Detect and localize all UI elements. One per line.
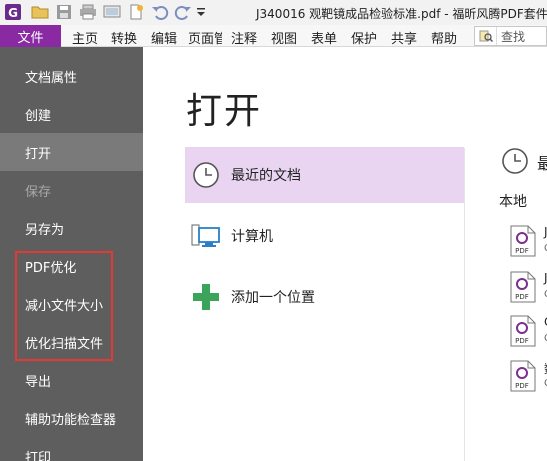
plus-icon xyxy=(191,282,221,312)
tab-view[interactable]: 视图 xyxy=(271,28,297,47)
search-icon[interactable] xyxy=(475,27,497,45)
svg-text:PDF: PDF xyxy=(515,247,529,255)
tab-help[interactable]: 帮助 xyxy=(431,28,457,47)
computer-icon xyxy=(191,221,221,251)
app-logo-icon[interactable]: G xyxy=(4,3,22,21)
title-bar: G J340016 观靶镜成品检验标准.pdf - 福昕风腾PDF套件 xyxy=(0,0,547,25)
sidebar-item-document-properties[interactable]: 文档属性 xyxy=(0,57,143,95)
ribbon-menu-bar: 文件 主页 转换 编辑 页面管 注释 视图 表单 保护 共享 帮助 查找 xyxy=(0,25,547,47)
redo-icon[interactable] xyxy=(174,3,192,21)
sidebar-item-save: 保存 xyxy=(25,184,52,200)
sidebar-item-export[interactable]: 导出 xyxy=(0,361,143,399)
tab-convert[interactable]: 转换 xyxy=(111,28,137,47)
tab-home[interactable]: 主页 xyxy=(72,28,98,47)
window-title: J340016 观靶镜成品检验标准.pdf - 福昕风腾PDF套件 xyxy=(256,7,547,21)
pdf-file-icon: PDF xyxy=(510,315,536,350)
svg-text:PDF: PDF xyxy=(515,382,529,390)
tab-form[interactable]: 表单 xyxy=(311,28,337,47)
search-input[interactable]: 查找 xyxy=(474,26,547,46)
option-recent-documents[interactable]: 最近的文档 xyxy=(185,147,464,203)
svg-text:PDF: PDF xyxy=(515,293,529,301)
option-label: 计算机 xyxy=(231,229,273,245)
recent-file-item[interactable]: PDF C C xyxy=(510,315,547,353)
tab-protect[interactable]: 保护 xyxy=(351,28,377,47)
clock-icon xyxy=(191,160,221,190)
new-icon[interactable] xyxy=(127,3,145,21)
option-add-location[interactable]: 添加一个位置 xyxy=(185,269,464,325)
highlight-annotation-box xyxy=(15,251,113,361)
svg-text:G: G xyxy=(8,6,18,20)
file-tab[interactable]: 文件 xyxy=(0,25,61,47)
recent-file-item[interactable]: PDF J C xyxy=(510,271,547,309)
recent-clock-icon xyxy=(501,147,529,178)
tab-share[interactable]: 共享 xyxy=(391,28,417,47)
sidebar-item-open[interactable]: 打开 xyxy=(0,133,143,171)
sidebar-item-accessibility-checker[interactable]: 辅助功能检查器 xyxy=(0,399,143,437)
svg-text:PDF: PDF xyxy=(515,337,529,345)
local-section-label: 本地 xyxy=(499,194,527,210)
sidebar-item-create[interactable]: 创建 xyxy=(0,95,143,133)
print-icon[interactable] xyxy=(79,3,97,21)
open-folder-icon[interactable] xyxy=(31,3,49,21)
tab-comment[interactable]: 注释 xyxy=(231,28,257,47)
sidebar-item-print[interactable]: 打印 xyxy=(0,437,143,461)
option-computer[interactable]: 计算机 xyxy=(185,208,464,264)
screen-icon[interactable] xyxy=(103,3,121,21)
search-placeholder: 查找 xyxy=(501,29,526,44)
sidebar-item-save-as[interactable]: 另存为 xyxy=(0,209,143,247)
undo-icon[interactable] xyxy=(151,3,169,21)
page-title: 打开 xyxy=(186,91,263,132)
panel-divider xyxy=(464,148,465,461)
customize-dropdown-icon[interactable] xyxy=(195,3,207,21)
pdf-file-icon: PDF xyxy=(510,360,536,395)
tab-edit[interactable]: 编辑 xyxy=(151,28,177,47)
recent-documents-header: 最 xyxy=(537,154,547,173)
recent-file-item[interactable]: PDF J C xyxy=(510,225,547,263)
recent-file-item[interactable]: PDF 数 C xyxy=(510,360,547,398)
tab-page-management[interactable]: 页面管 xyxy=(188,28,222,47)
option-label: 添加一个位置 xyxy=(231,290,315,306)
pdf-file-icon: PDF xyxy=(510,225,536,260)
pdf-file-icon: PDF xyxy=(510,271,536,306)
option-label: 最近的文档 xyxy=(231,168,301,184)
save-icon[interactable] xyxy=(55,3,73,21)
